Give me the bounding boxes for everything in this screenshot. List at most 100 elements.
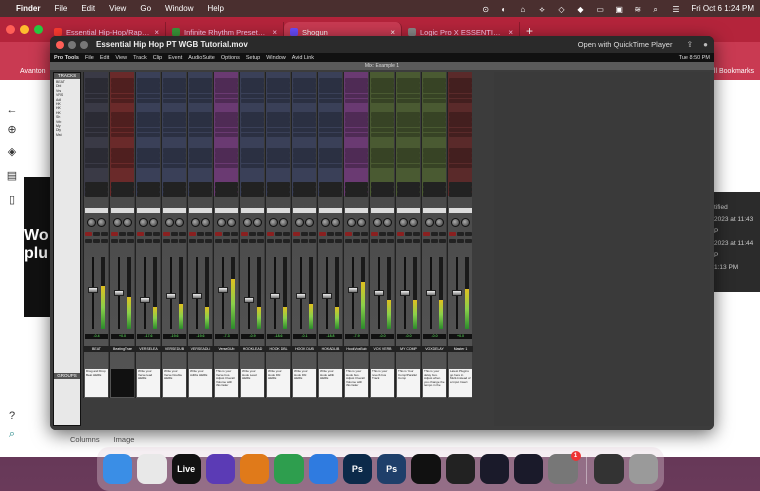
insert-slot[interactable]	[397, 98, 420, 104]
insert-slot[interactable]	[137, 98, 160, 104]
send-slot[interactable]	[137, 153, 160, 158]
insert-slot[interactable]	[397, 112, 420, 117]
insert-slot[interactable]	[215, 88, 238, 93]
send-slot[interactable]	[267, 153, 290, 158]
input-button[interactable]	[371, 239, 378, 243]
insert-slot[interactable]	[241, 93, 264, 99]
volume-fader[interactable]	[192, 293, 202, 300]
zoom-window-button[interactable]	[34, 25, 43, 34]
send-slot[interactable]	[111, 158, 134, 163]
pan-knob[interactable]	[269, 218, 278, 227]
monitor-button[interactable]	[171, 239, 178, 243]
insert-slot[interactable]	[293, 93, 316, 99]
insert-slot[interactable]	[85, 112, 108, 117]
io-selector[interactable]	[111, 192, 134, 197]
insert-slot[interactable]	[319, 117, 342, 122]
insert-slot[interactable]	[449, 83, 472, 88]
io-selector[interactable]	[449, 187, 472, 192]
monitor-button[interactable]	[249, 239, 256, 243]
monitor-button[interactable]	[353, 239, 360, 243]
pan-knob[interactable]	[373, 218, 382, 227]
track-name[interactable]: VOXDELAY	[422, 346, 447, 352]
volume-fader[interactable]	[140, 296, 150, 303]
send-slot[interactable]	[215, 153, 238, 158]
mute-button[interactable]	[413, 232, 420, 236]
send-slot[interactable]	[189, 163, 212, 169]
send-slot[interactable]	[189, 148, 212, 153]
insert-slot[interactable]	[163, 127, 186, 133]
io-selector[interactable]	[137, 192, 160, 197]
insert-slot[interactable]	[423, 93, 446, 99]
io-selector[interactable]	[189, 192, 212, 197]
insert-slot[interactable]	[215, 93, 238, 99]
send-slot[interactable]	[397, 148, 420, 153]
voice-button[interactable]	[465, 239, 472, 243]
insert-slot[interactable]	[189, 117, 212, 122]
insert-slot[interactable]	[423, 98, 446, 104]
io-selector[interactable]	[267, 192, 290, 197]
io-selector[interactable]	[371, 187, 394, 192]
io-selector[interactable]	[449, 182, 472, 187]
send-slot[interactable]	[345, 158, 368, 163]
mute-button[interactable]	[231, 232, 238, 236]
send-slot[interactable]	[293, 148, 316, 153]
io-selector[interactable]	[293, 187, 316, 192]
insert-slot[interactable]	[319, 127, 342, 133]
send-slot[interactable]	[163, 153, 186, 158]
send-slot[interactable]	[371, 163, 394, 169]
insert-slot[interactable]	[293, 132, 316, 138]
send-slot[interactable]	[137, 163, 160, 169]
voice-button[interactable]	[439, 239, 446, 243]
insert-slot[interactable]	[423, 132, 446, 138]
send-slot[interactable]	[397, 153, 420, 158]
solo-button[interactable]	[145, 232, 152, 236]
cloud-icon[interactable]	[308, 454, 338, 484]
menu-edit[interactable]: Edit	[81, 4, 95, 13]
mute-button[interactable]	[387, 232, 394, 236]
io-selector[interactable]	[293, 182, 316, 187]
group-selector[interactable]	[293, 208, 316, 213]
insert-slot[interactable]	[397, 83, 420, 88]
insert-slot[interactable]	[111, 78, 134, 83]
insert-slot[interactable]	[423, 127, 446, 133]
mute-button[interactable]	[127, 232, 134, 236]
io-selector[interactable]	[163, 182, 186, 187]
menu-view[interactable]: View	[109, 4, 126, 13]
group-selector[interactable]	[345, 208, 368, 213]
insert-slot[interactable]	[371, 127, 394, 133]
group-selector[interactable]	[137, 208, 160, 213]
insert-slot[interactable]	[111, 93, 134, 99]
close-window-button[interactable]	[6, 25, 15, 34]
insert-slot[interactable]	[423, 78, 446, 83]
insert-slot[interactable]	[371, 112, 394, 117]
send-slot[interactable]	[449, 153, 472, 158]
group-selector[interactable]	[449, 208, 472, 213]
send-slot[interactable]	[111, 148, 134, 153]
insert-slot[interactable]	[397, 127, 420, 133]
pan-knob[interactable]	[113, 218, 122, 227]
insert-slot[interactable]	[397, 132, 420, 138]
track-comment[interactable]: This is your Verse bus. Adjust Overall V…	[215, 369, 238, 397]
group-selector[interactable]	[423, 208, 446, 213]
insert-slot[interactable]	[319, 93, 342, 99]
insert-slot[interactable]	[371, 88, 394, 93]
track-name[interactable]: VOX VERB	[370, 346, 395, 352]
insert-slot[interactable]	[371, 83, 394, 88]
pan-knob[interactable]	[425, 218, 434, 227]
insert-slot[interactable]	[189, 122, 212, 127]
monitor-button[interactable]	[379, 239, 386, 243]
insert-slot[interactable]	[163, 112, 186, 117]
layers-icon[interactable]: ◈	[6, 146, 18, 158]
track-list-item[interactable]: Mst	[56, 133, 78, 137]
pan-knob[interactable]	[97, 218, 106, 227]
volume-fader[interactable]	[400, 290, 410, 296]
input-button[interactable]	[293, 239, 300, 243]
monitor-button[interactable]	[327, 239, 334, 243]
status-icon[interactable]: ◐	[501, 5, 511, 14]
insert-slot[interactable]	[241, 83, 264, 88]
insert-slot[interactable]	[397, 122, 420, 127]
insert-slot[interactable]	[345, 112, 368, 117]
insert-slot[interactable]	[111, 112, 134, 117]
record-button[interactable]	[397, 232, 404, 236]
insert-slot[interactable]	[215, 112, 238, 117]
